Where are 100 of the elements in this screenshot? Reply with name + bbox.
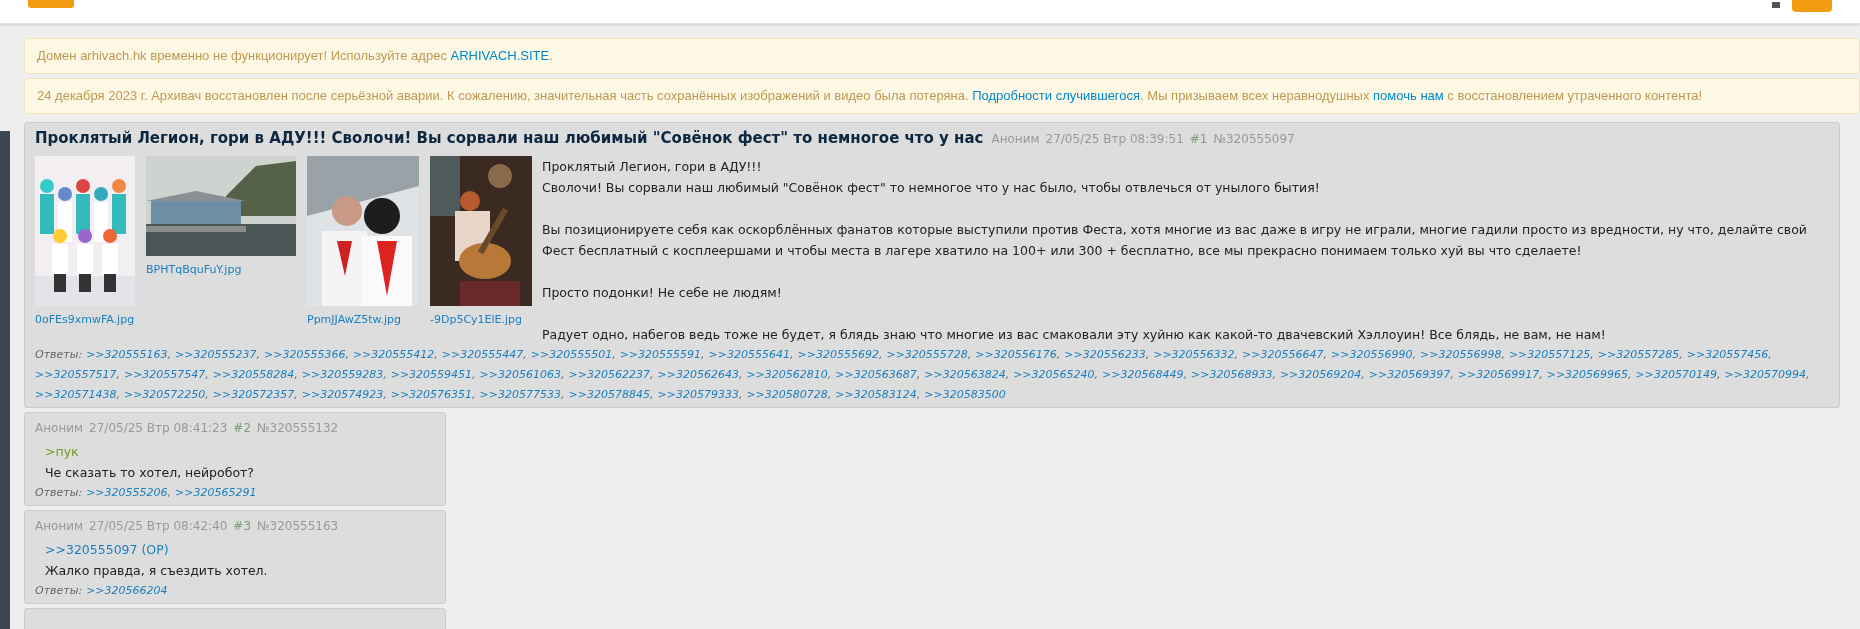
reply-link[interactable]: >>320572357 [212, 387, 295, 401]
replies-label: Ответы: [35, 582, 83, 599]
comma-separator: , [967, 347, 972, 361]
comma-separator: , [1056, 347, 1061, 361]
reply-link[interactable]: >>320555206 [86, 485, 168, 499]
reply-link[interactable]: >>320555097 (OP) [45, 541, 169, 557]
notice-message: Домен arhivach.hk временно не функционирует! Используйте адрес ARHIVACH.SITE. [24, 38, 1860, 74]
comma-separator: , [294, 387, 298, 401]
reply-link[interactable]: >>320557547 [123, 367, 206, 381]
reply-link[interactable]: >>320556332 [1153, 347, 1235, 361]
post-text: Жалко правда, я съездить хотел. [45, 561, 269, 580]
comma-separator: , [205, 367, 209, 381]
reply-link[interactable]: >>320555237 [175, 347, 257, 361]
notice-link[interactable]: помочь нам [1373, 88, 1444, 103]
post-id[interactable]: №320555132 [257, 418, 339, 437]
comma-separator: , [827, 387, 832, 401]
comma-separator: , [649, 367, 654, 381]
reply-link[interactable]: >>320566204 [86, 583, 168, 597]
notice-message: 24 декабря 2023 г. Архивач восстановлен после серьёзной аварии. К сожалению, значительная часть сохранённых изображений и видео была потеряна. Подробности случившегося. Мы призываем всех неравнодушных помочь нам с восстановлением утраченного контента! [24, 78, 1860, 114]
reply-link[interactable]: >>320569397 [1368, 367, 1451, 381]
reply-link[interactable]: >>320555692 [797, 347, 879, 361]
comma-separator: , [612, 347, 616, 361]
reply-link[interactable]: >>320555163 [86, 347, 168, 361]
image-filename[interactable]: 0oFEs9xmwFA.jpg [35, 311, 135, 328]
comma-separator: , [738, 387, 743, 401]
comma-separator: , [790, 347, 794, 361]
comma-separator: , [1361, 367, 1365, 381]
comma-separator: , [878, 347, 883, 361]
reply-link[interactable]: >>320557285 [1597, 347, 1680, 361]
comma-separator: , [561, 387, 565, 401]
post-author: Аноним [35, 419, 84, 437]
post-text: Проклятый Легион, гори в АДУ!!! [542, 157, 763, 176]
reply-link[interactable]: >>320583124 [835, 387, 917, 401]
reply-link[interactable]: >>320574923 [301, 387, 384, 401]
reply-link[interactable]: >>320565291 [175, 485, 257, 499]
image-filename[interactable]: PpmJJAwZ5tw.jpg [307, 311, 419, 328]
post-date: 27/05/25 Втр 08:42:40 [89, 517, 228, 535]
post-author: Аноним [991, 131, 1040, 148]
comma-separator: , [738, 367, 743, 381]
comma-separator: , [701, 347, 705, 361]
comma-separator: , [1450, 367, 1454, 381]
comma-separator: , [383, 367, 387, 381]
comma-separator: , [116, 387, 120, 401]
reply-link[interactable]: >>320563824 [924, 367, 1006, 381]
reply-link[interactable]: >>320556233 [1064, 347, 1146, 361]
post-author: Аноним [35, 517, 84, 535]
reply-link[interactable]: >>320555501 [530, 347, 613, 361]
image-filename[interactable]: BPHTqBquFuY.jpg [146, 261, 296, 278]
reply-link[interactable]: >>320570994 [1724, 367, 1806, 381]
reply-link[interactable]: >>320570149 [1635, 367, 1717, 381]
reply-link[interactable]: >>320559283 [301, 367, 384, 381]
post-id[interactable]: №320555163 [257, 516, 339, 535]
comma-separator: , [1628, 367, 1632, 381]
reply-link[interactable]: >>320578845 [568, 387, 650, 401]
reply-link[interactable]: >>320579333 [657, 387, 739, 401]
comma-separator: , [827, 367, 832, 381]
post-text: Вы позиционируете себя как оскорблённых фанатов которые выступили против Феста, хотя многие из вас даже в игру не играли, многие гадили просто из вредности, ну что, делайте свой Фест бесплатный с косплеершами и чтобы места в лагере хватило на 100+ или 300 + бесплатно, все мы прекрасно понимаем только хуй вы что сделаете! [542, 220, 1808, 260]
reply-link[interactable]: >>320569917 [1457, 367, 1540, 381]
reply-link[interactable]: >>320562643 [657, 367, 739, 381]
reply-link[interactable]: >>320555728 [886, 347, 968, 361]
reply-link[interactable]: >>320565240 [1013, 367, 1095, 381]
comma-separator: , [1539, 367, 1543, 381]
comma-separator: , [1805, 367, 1810, 381]
comma-separator: , [205, 387, 209, 401]
comma-separator: , [294, 367, 298, 381]
post-text: Сволочи! Вы сорвали наш любимый "Совёнок фест" то немногое что у нас было, чтобы отвлечься от унылого бытия! [542, 178, 1321, 197]
reply-link[interactable]: >>320557517 [35, 367, 117, 381]
comma-separator: , [561, 367, 565, 381]
reply-link[interactable]: >>320583500 [924, 387, 1006, 401]
comma-separator: , [1234, 347, 1239, 361]
quote-text: >пук [45, 442, 80, 461]
comma-separator: , [1590, 347, 1594, 361]
reply-link[interactable]: >>320555412 [352, 347, 435, 361]
post-number: #2 [233, 419, 252, 437]
post-date: 27/05/25 Втр 08:39:51 [1045, 131, 1184, 148]
reply-link[interactable]: >>320563687 [835, 367, 917, 381]
reply-link[interactable]: >>320580728 [746, 387, 828, 401]
comma-separator: , [916, 387, 921, 401]
comma-separator: , [383, 387, 387, 401]
comma-separator: , [434, 347, 438, 361]
post-id[interactable]: №320555097 [1213, 130, 1295, 148]
reply-link[interactable]: >>320556176 [975, 347, 1057, 361]
image-filename[interactable]: -9Dp5Cy1ElE.jpg [430, 311, 532, 328]
reply-link[interactable]: >>320562810 [746, 367, 828, 381]
reply-link[interactable]: >>320555641 [708, 347, 790, 361]
replies-label: Ответы: [35, 484, 83, 501]
reply-link[interactable]: >>320555447 [441, 347, 524, 361]
post-text: Че сказать то хотел, нейробот? [45, 463, 255, 482]
comma-separator: , [1768, 347, 1772, 361]
comma-separator: , [1323, 347, 1328, 361]
comma-separator: , [256, 347, 260, 361]
notice-link[interactable]: Подробности случившегося [972, 88, 1141, 103]
replies-label: Ответы: [35, 346, 83, 363]
post-number: #3 [233, 517, 252, 535]
comma-separator: , [167, 347, 172, 361]
post-text: Просто подонки! Не себе не людям! [542, 283, 783, 302]
comma-separator: , [523, 347, 527, 361]
reply-link[interactable]: >>320562237 [568, 367, 650, 381]
reply-link[interactable]: >>320557125 [1508, 347, 1591, 361]
reply-link[interactable]: >>320556647 [1242, 347, 1324, 361]
